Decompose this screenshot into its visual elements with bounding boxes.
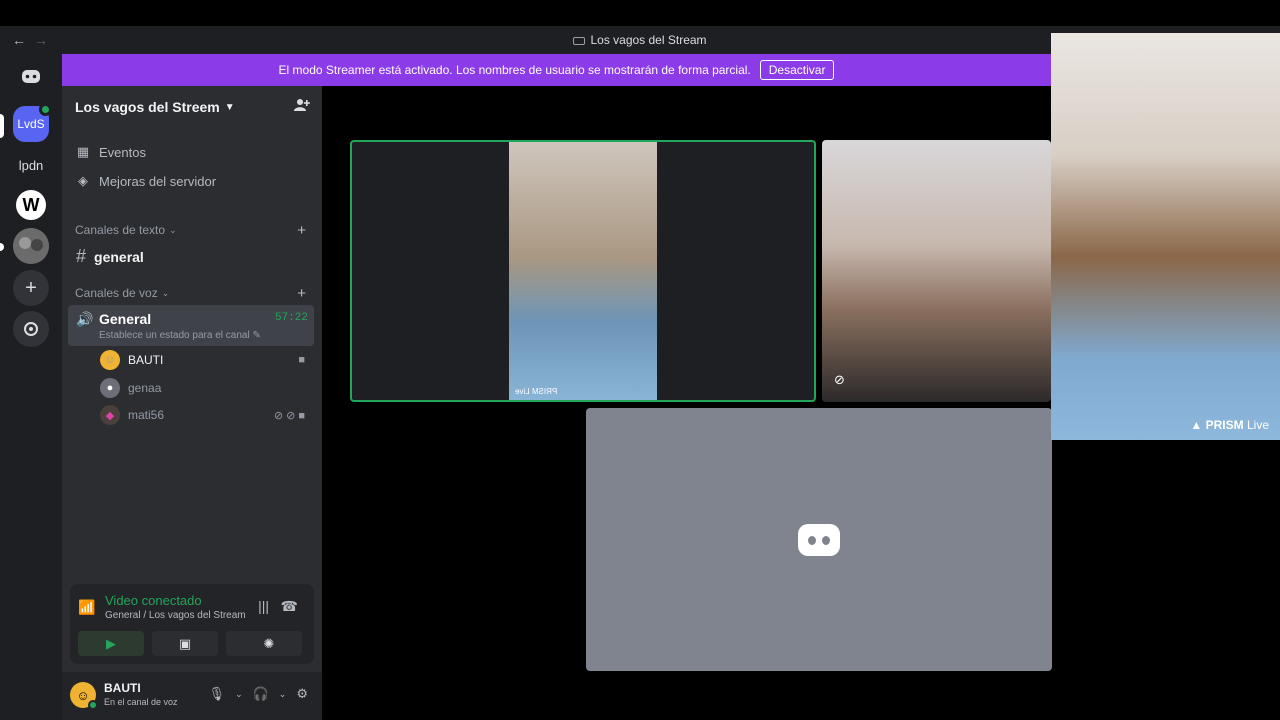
- chevron-down-icon[interactable]: ⌄: [279, 689, 287, 702]
- voice-user-genaa[interactable]: ● genaa: [100, 378, 308, 398]
- text-channel-general[interactable]: # general: [76, 246, 144, 267]
- chevron-down-icon: ▼: [224, 101, 235, 113]
- selected-server-indicator: [0, 114, 4, 138]
- video-tile-bauti[interactable]: PRISM Live: [350, 140, 816, 402]
- hash-icon: #: [76, 246, 87, 266]
- explore-compass-icon[interactable]: [13, 311, 49, 347]
- user-state: En el canal de voz: [104, 697, 178, 707]
- user-avatar[interactable]: ☺: [70, 682, 98, 710]
- invite-people-icon[interactable]: [294, 98, 310, 116]
- text-category-label: Canales de texto: [75, 223, 166, 237]
- connection-subtitle[interactable]: General / Los vagos del Stream: [105, 610, 246, 621]
- chevron-down-icon: ⌄: [169, 224, 177, 235]
- boost-icon: ◈: [78, 173, 88, 188]
- screen-share-button[interactable]: ▣: [152, 631, 218, 656]
- server-lpdn[interactable]: lpdn: [13, 147, 49, 183]
- camera-overlay: ▲ PRISM Live: [1051, 33, 1280, 440]
- channel-status[interactable]: Establece un estado para el canal ✎: [99, 330, 261, 341]
- camera-feed: [509, 142, 657, 400]
- channel-sidebar: Los vagos del Streem ▼ ▦ Eventos ◈ Mejor…: [62, 86, 322, 720]
- user-controls: 🎙 ⌄ 🎧 ⌄ ⚙: [209, 686, 308, 702]
- avatar: ◆: [100, 405, 120, 425]
- server-lvds-label: LvdS: [17, 117, 45, 131]
- server-boost-label: Mejoras del servidor: [99, 173, 217, 189]
- camera-icon: ▶: [106, 635, 116, 651]
- signal-icon[interactable]: 📶: [78, 599, 95, 616]
- guild-name: Los vagos del Streem: [75, 99, 220, 115]
- server-rail: LvdS lpdn W +: [0, 54, 62, 720]
- muted-deafened-camera-icons: ⊘⊘■: [273, 409, 308, 422]
- disconnect-icon[interactable]: ☎: [281, 598, 298, 615]
- camera-on-icon: ■: [298, 354, 308, 366]
- server-wiki[interactable]: W: [13, 187, 49, 223]
- voice-category-label: Canales de voz: [75, 286, 158, 300]
- server-boost-link[interactable]: ◈ Mejoras del servidor: [76, 173, 216, 189]
- online-status-dot: [88, 700, 98, 710]
- guild-header[interactable]: Los vagos del Streem ▼: [62, 86, 322, 128]
- avatar: ●: [100, 378, 120, 398]
- voice-user-bauti[interactable]: ☺ BAUTI ■: [100, 350, 308, 370]
- server-lpdn-label: lpdn: [18, 157, 44, 173]
- streamer-mode-text: El modo Streamer está activado. Los nomb…: [278, 63, 751, 77]
- camera-button[interactable]: ▶: [78, 631, 144, 656]
- home-discord-icon[interactable]: [13, 58, 49, 94]
- noise-suppression-icon[interactable]: |||: [258, 598, 269, 614]
- add-server-icon[interactable]: +: [13, 270, 49, 306]
- events-label: Eventos: [99, 144, 146, 160]
- prism-live-badge: ▲ PRISM Live: [1190, 418, 1269, 432]
- voice-channel-name: General: [99, 311, 152, 327]
- chevron-down-icon: ⌄: [161, 287, 170, 298]
- gear-icon[interactable]: ⚙: [296, 686, 308, 702]
- server-wiki-label: W: [22, 194, 40, 215]
- deactivate-button[interactable]: Desactivar: [759, 60, 835, 80]
- discord-window: ← → Los vagos del Stream LvdS lpdn W + E…: [0, 0, 1280, 720]
- camera-off-icon: ⊘: [834, 372, 845, 387]
- voice-channel-general[interactable]: 🔊 General 57:22 Establece un estado para…: [68, 305, 314, 346]
- prism-watermark: PRISM Live: [515, 387, 558, 396]
- server-lvds[interactable]: LvdS: [13, 103, 52, 142]
- voice-timer: 57:22: [274, 312, 308, 324]
- voice-user-name: genaa: [128, 381, 162, 395]
- screen-share-icon: ▣: [178, 635, 192, 651]
- avatar: ☺: [100, 350, 120, 370]
- user-panel: ☺ BAUTI En el canal de voz 🎙 ⌄ 🎧 ⌄ ⚙: [62, 672, 322, 720]
- voice-activity-badge: [39, 103, 52, 116]
- video-tile-mati56[interactable]: ⊘: [822, 140, 1051, 402]
- voice-channels-category[interactable]: Canales de voz ⌄: [75, 286, 169, 300]
- prism-brand: PRISM: [1205, 418, 1244, 432]
- calendar-icon: ▦: [76, 144, 90, 159]
- unread-indicator: [0, 243, 4, 251]
- server-icon: [573, 36, 586, 45]
- channel-status-label: Establece un estado para el canal: [99, 330, 250, 341]
- server-photo-avatar[interactable]: [13, 228, 49, 264]
- add-text-channel-icon[interactable]: +: [297, 222, 306, 239]
- add-voice-channel-icon[interactable]: +: [297, 285, 306, 302]
- user-name: BAUTI: [104, 681, 141, 695]
- events-link[interactable]: ▦ Eventos: [76, 144, 146, 160]
- connection-title: Video conectado: [105, 593, 202, 608]
- discord-logo-icon: [798, 523, 840, 556]
- microphone-icon[interactable]: 🎙: [209, 686, 226, 702]
- streamer-mode-banner: El modo Streamer está activado. Los nomb…: [62, 54, 1051, 86]
- prism-live-label: Live: [1246, 418, 1269, 432]
- chevron-down-icon[interactable]: ⌄: [235, 689, 243, 702]
- voice-user-mati56[interactable]: ◆ mati56 ⊘⊘■: [100, 405, 308, 425]
- soundboard-icon: ✺: [263, 635, 275, 651]
- voice-user-name: BAUTI: [128, 353, 164, 367]
- text-channels-category[interactable]: Canales de texto ⌄: [75, 223, 177, 237]
- pencil-icon: ✎: [252, 330, 261, 341]
- text-channel-label: general: [94, 248, 144, 265]
- headphones-icon[interactable]: 🎧: [253, 686, 269, 702]
- video-tile-genaa[interactable]: [586, 408, 1052, 671]
- voice-user-name: mati56: [128, 408, 165, 422]
- speaker-icon: 🔊: [76, 311, 94, 327]
- soundboard-button[interactable]: ✺: [236, 631, 302, 656]
